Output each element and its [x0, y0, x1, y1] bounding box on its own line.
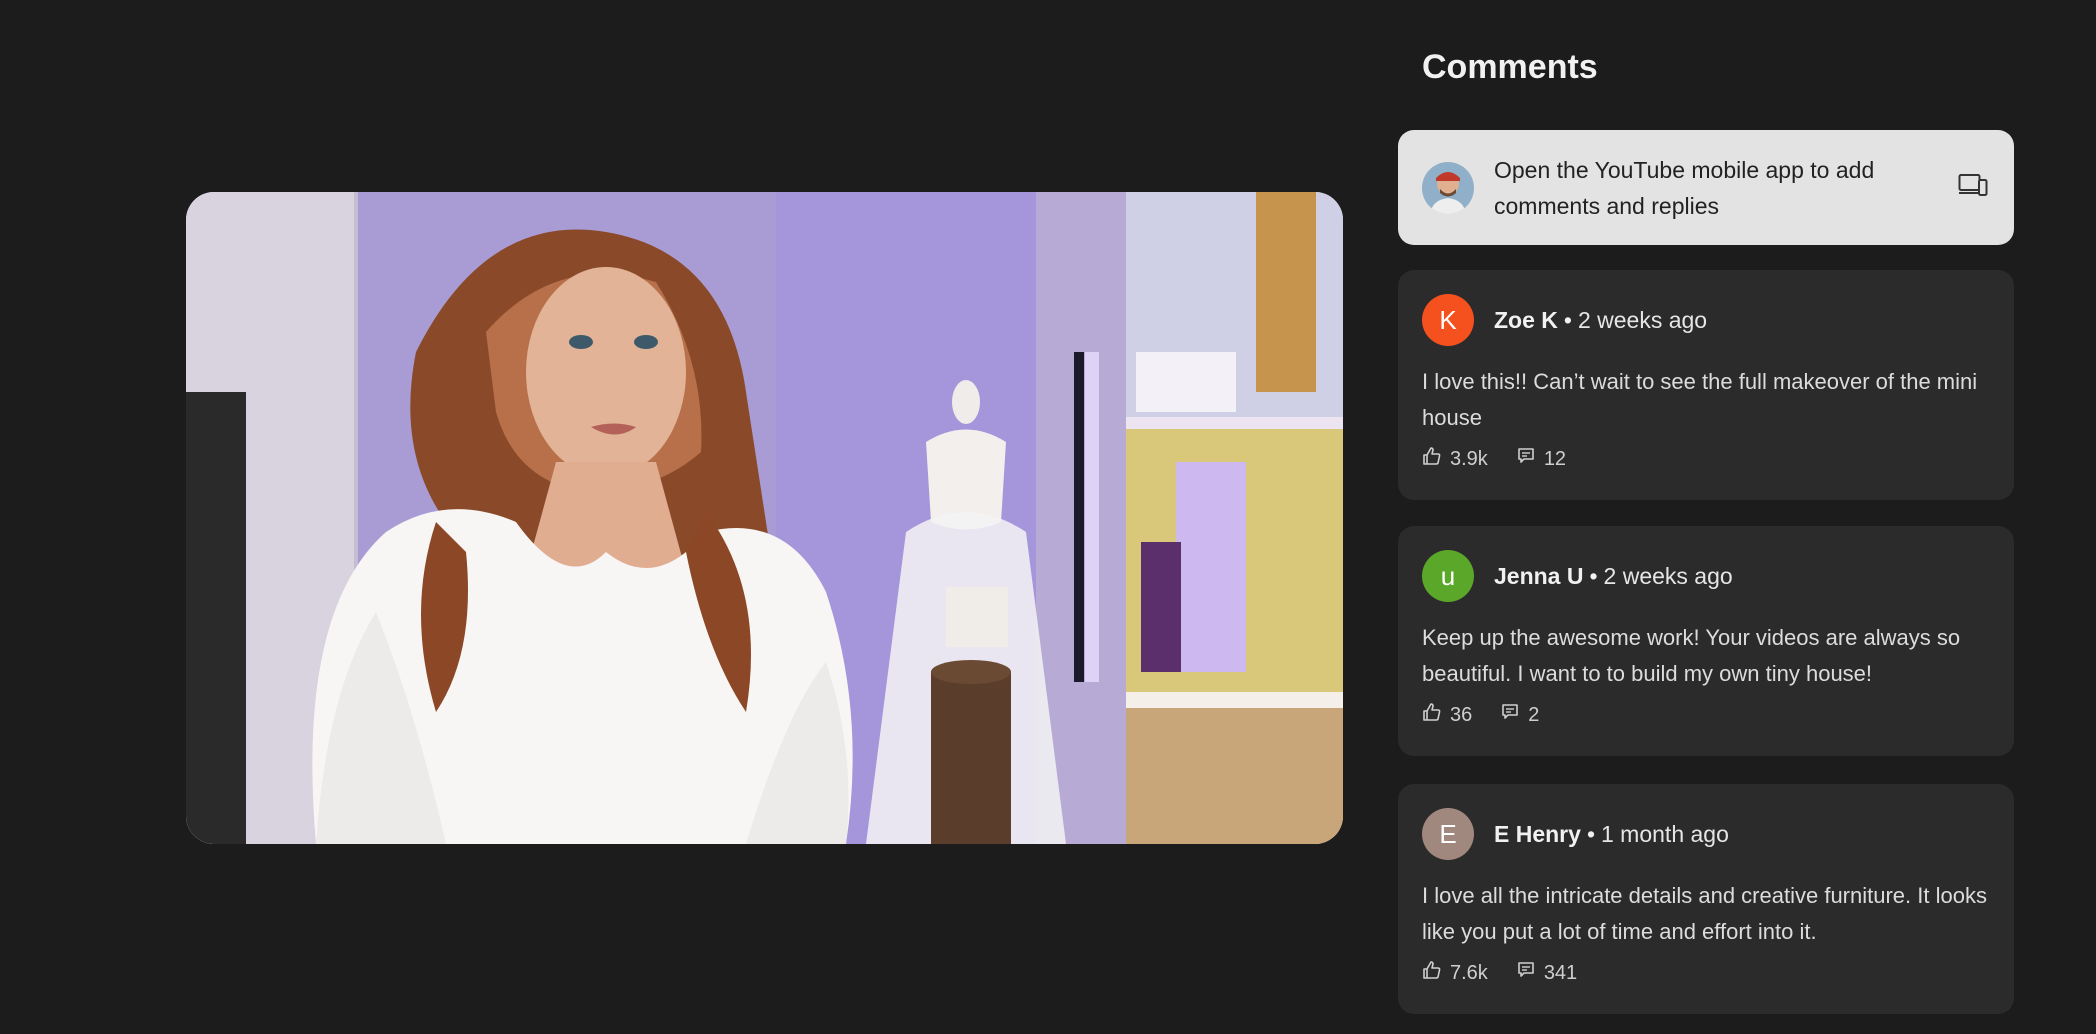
comments-title: Comments: [1422, 48, 1598, 86]
like-count: 7.6k: [1422, 960, 1488, 986]
comment-stats: 36 2: [1422, 702, 1990, 728]
reply-icon: [1500, 702, 1528, 728]
comment-header: u Jenna U • 2 weeks ago: [1422, 550, 1990, 602]
comment-text: I love this!! Can’t wait to see the full…: [1422, 369, 1978, 430]
reply-count-value: 2: [1528, 703, 1540, 726]
separator-dot: •: [1563, 306, 1572, 333]
comment-text: Keep up the awesome work! Your videos ar…: [1422, 625, 1961, 686]
comment-text: I love all the intricate details and cre…: [1422, 883, 1987, 944]
comment-stats: 3.9k 12: [1422, 446, 1990, 472]
separator-dot: •: [1589, 562, 1598, 589]
video-player[interactable]: [186, 192, 1343, 844]
comment-card[interactable]: u Jenna U • 2 weeks ago Keep up the awes…: [1398, 526, 2014, 756]
comment-header: E E Henry • 1 month ago: [1422, 808, 1990, 860]
comment-card[interactable]: E E Henry • 1 month ago I love all the i…: [1398, 784, 2014, 1014]
comment-time: 2 weeks ago: [1603, 562, 1733, 589]
like-count: 3.9k: [1422, 446, 1488, 472]
comment-time: 1 month ago: [1601, 820, 1729, 847]
avatar: E: [1422, 808, 1474, 860]
open-mobile-app-notice[interactable]: Open the YouTube mobile app to add comme…: [1398, 130, 2014, 245]
separator-dot: •: [1586, 820, 1595, 847]
comment-stats: 7.6k 341: [1422, 960, 1990, 986]
like-count: 36: [1422, 702, 1472, 728]
video-frame-image: [186, 192, 1343, 844]
reply-count: 2: [1500, 702, 1539, 728]
user-avatar: [1422, 161, 1474, 214]
like-count-value: 3.9k: [1450, 447, 1488, 470]
comment-header: K Zoe K • 2 weeks ago: [1422, 294, 1990, 346]
avatar: K: [1422, 294, 1474, 346]
phone-tablet-icon: [1958, 172, 1988, 203]
comment-author: Zoe K: [1494, 306, 1558, 333]
comment-time: 2 weeks ago: [1577, 306, 1708, 333]
reply-count: 341: [1516, 960, 1577, 986]
comment-author: Jenna U: [1494, 562, 1584, 589]
reply-count-value: 341: [1543, 961, 1578, 984]
thumbs-up-icon: [1422, 702, 1450, 728]
notice-text: Open the YouTube mobile app to add comme…: [1494, 156, 1875, 219]
reply-icon: [1516, 446, 1544, 472]
thumbs-up-icon: [1422, 446, 1450, 472]
thumbs-up-icon: [1422, 960, 1450, 986]
reply-count: 12: [1516, 446, 1566, 472]
reply-icon: [1516, 960, 1544, 986]
tv-watch-screen: Comments Open the YouTube mobile app to …: [0, 0, 2096, 1034]
comment-card[interactable]: K Zoe K • 2 weeks ago I love this!! Can’…: [1398, 270, 2014, 500]
like-count-value: 36: [1450, 703, 1473, 726]
like-count-value: 7.6k: [1450, 961, 1488, 984]
comment-author: E Henry: [1494, 820, 1581, 847]
reply-count-value: 12: [1543, 447, 1567, 470]
avatar: u: [1422, 550, 1474, 602]
